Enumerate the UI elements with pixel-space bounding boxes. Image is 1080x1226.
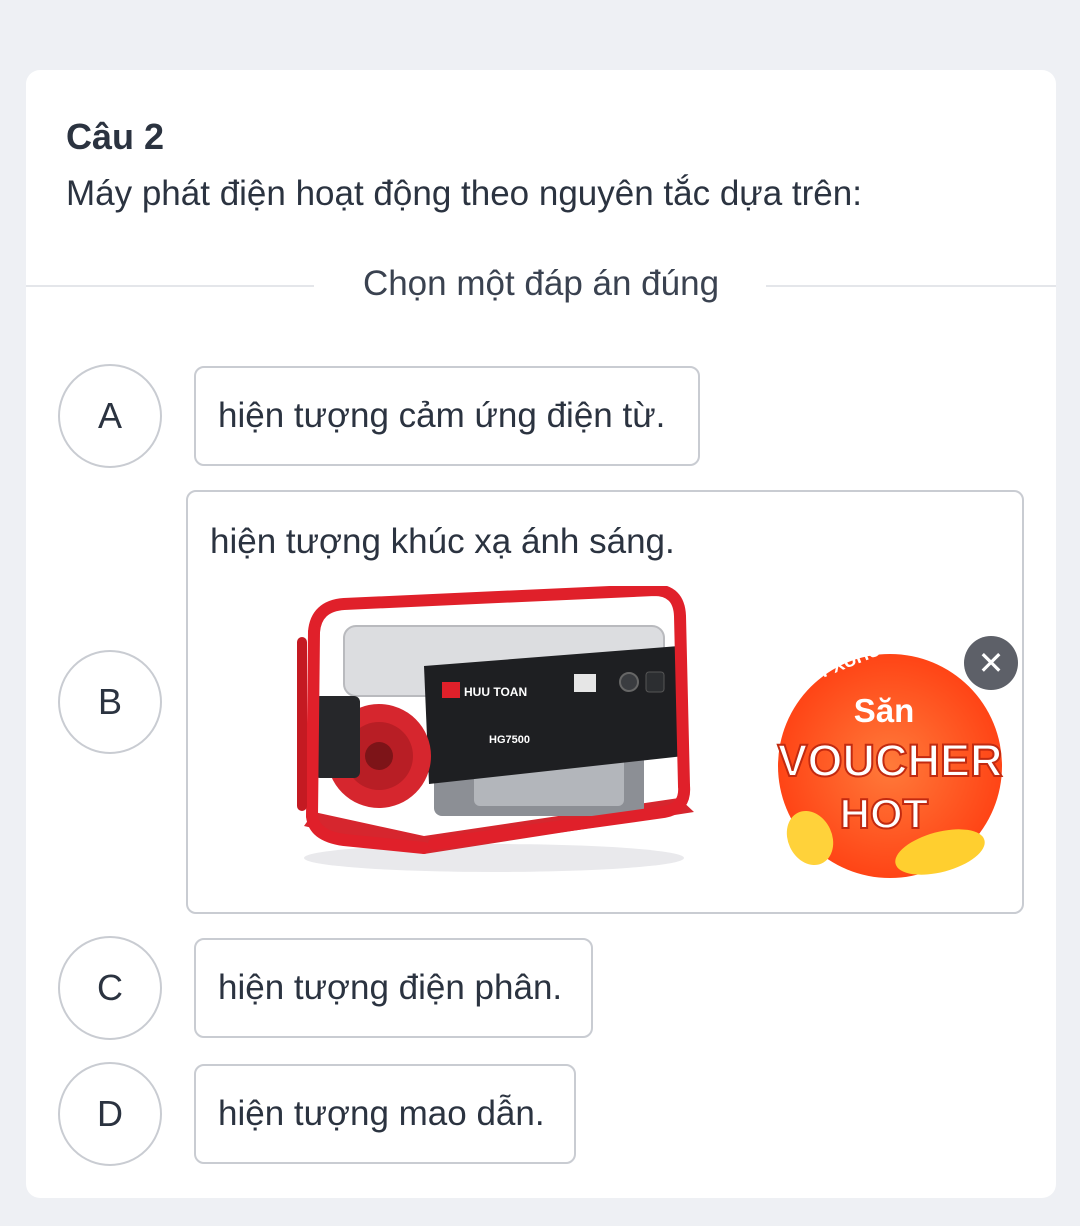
option-a-letter-text: A — [97, 395, 122, 436]
option-d-button[interactable]: hiện tượng mao dẫn. — [194, 1064, 576, 1164]
close-icon: ✕ — [977, 645, 1005, 681]
option-c-button[interactable]: hiện tượng điện phân. — [194, 938, 593, 1038]
option-c-text: hiện tượng điện phân. — [218, 968, 563, 1007]
option-b-text: hiện tượng khúc xạ ánh sáng. — [210, 522, 675, 561]
option-d-letter-text: D — [97, 1093, 123, 1134]
ad-line3: HOT — [840, 790, 929, 837]
option-a-letter[interactable]: A — [58, 364, 162, 468]
question-text: Máy phát điện hoạt động theo nguyên tắc … — [66, 174, 862, 213]
option-a-button[interactable]: hiện tượng cảm ứng điện từ. — [194, 366, 700, 466]
question-number: Câu 2 — [66, 116, 165, 157]
generator-brand: HUU TOAN — [464, 685, 527, 699]
question-card: Câu 2 Máy phát điện hoạt động theo nguyê… — [26, 70, 1056, 1198]
instruction-text: Chọn một đáp án đúng — [362, 264, 720, 303]
option-b-button[interactable]: hiện tượng khúc xạ ánh sáng. HUU TOAN HG… — [186, 490, 1024, 914]
option-b-letter[interactable]: B — [58, 650, 162, 754]
ad-line1: Săn — [854, 692, 915, 729]
option-c-letter-text: C — [97, 967, 123, 1008]
option-a-text: hiện tượng cảm ứng điện từ. — [218, 396, 666, 435]
ad-close-button[interactable]: ✕ — [964, 636, 1018, 690]
option-c-letter[interactable]: C — [58, 936, 162, 1040]
generator-image: HUU TOAN HG7500 — [297, 586, 694, 872]
option-b-letter-text: B — [97, 681, 122, 722]
option-d-letter[interactable]: D — [58, 1062, 162, 1166]
generator-model: HG7500 — [489, 734, 530, 746]
ad-line2: VOUCHER — [777, 735, 1002, 786]
option-d-text: hiện tượng mao dẫn. — [218, 1094, 545, 1133]
